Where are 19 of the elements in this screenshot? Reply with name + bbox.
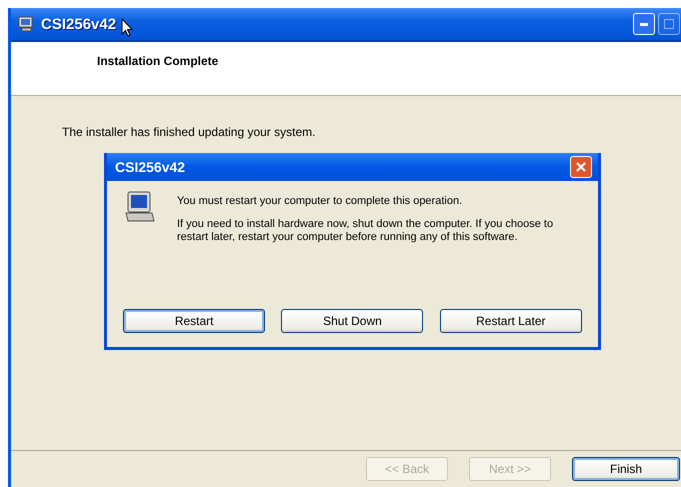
dialog-message: You must restart your computer to complete this operation. bbox=[177, 195, 464, 208]
dialog-button[interactable]: Restart Later bbox=[440, 309, 582, 333]
dialog-title: CSI256v42 bbox=[115, 159, 186, 175]
computer-icon bbox=[125, 191, 155, 223]
window-title: CSI256v42 bbox=[41, 16, 116, 32]
minimize-icon bbox=[640, 22, 648, 26]
close-icon bbox=[575, 161, 587, 173]
dialog-button[interactable]: Shut Down bbox=[281, 309, 424, 333]
status-message: The installer has finished updating your system. bbox=[62, 125, 316, 139]
close-button[interactable] bbox=[570, 156, 592, 178]
page-heading: Installation Complete bbox=[97, 54, 218, 68]
maximize-icon bbox=[664, 19, 674, 29]
dialog-button[interactable]: Restart bbox=[123, 309, 266, 333]
minimize-button[interactable] bbox=[633, 13, 655, 35]
dialog-detail: If you need to install hardware now, shut down the computer. If you choose to restart later, restart your computer before running any of this software. bbox=[177, 218, 554, 244]
wizard-button[interactable]: Finish bbox=[572, 457, 680, 481]
maximize-button[interactable] bbox=[658, 13, 680, 35]
mouse-pointer-icon bbox=[121, 18, 133, 37]
computer-icon bbox=[17, 16, 35, 32]
